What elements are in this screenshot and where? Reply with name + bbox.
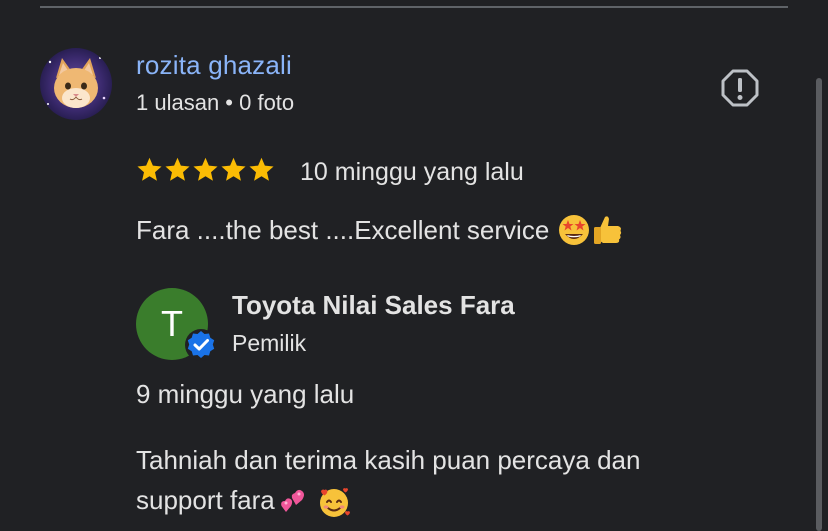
thumbs-up-emoji	[591, 213, 625, 247]
reviewer-name[interactable]: rozita ghazali	[136, 50, 292, 81]
reply-text-line-2: support fara	[136, 480, 776, 520]
star-icon	[249, 157, 274, 181]
star-rating	[136, 156, 275, 186]
review-text: Fara ....the best ....Excellent service	[136, 213, 625, 247]
review-time: 10 minggu yang lalu	[300, 158, 524, 186]
reply-text-line-1: Tahniah dan terima kasih puan percaya da…	[136, 445, 641, 475]
review-screen: rozita ghazali 1 ulasan • 0 foto 10 ming…	[0, 0, 828, 531]
star-struck-emoji	[557, 213, 591, 247]
star-icon	[165, 157, 190, 181]
reply-text-line-2-content: support fara	[136, 485, 275, 515]
verified-badge-icon	[184, 328, 218, 362]
reviewer-meta: 1 ulasan • 0 foto	[136, 90, 295, 115]
reviewer-avatar[interactable]	[40, 48, 112, 120]
scrollbar[interactable]	[816, 78, 822, 531]
smiling-face-with-hearts-emoji	[317, 485, 351, 519]
owner-initial: T	[161, 303, 183, 344]
star-icon	[137, 157, 162, 181]
section-divider	[40, 6, 788, 8]
owner-role: Pemilik	[232, 330, 307, 356]
review-text-content: Fara ....the best ....Excellent service	[136, 214, 550, 245]
star-icon	[193, 157, 218, 181]
star-icon	[221, 157, 246, 181]
report-icon[interactable]	[720, 68, 760, 108]
reply-text: Tahniah dan terima kasih puan percaya da…	[136, 440, 776, 520]
owner-name: Toyota Nilai Sales Fara	[232, 290, 515, 320]
reply-time: 9 minggu yang lalu	[136, 379, 355, 409]
two-hearts-emoji	[275, 485, 309, 519]
